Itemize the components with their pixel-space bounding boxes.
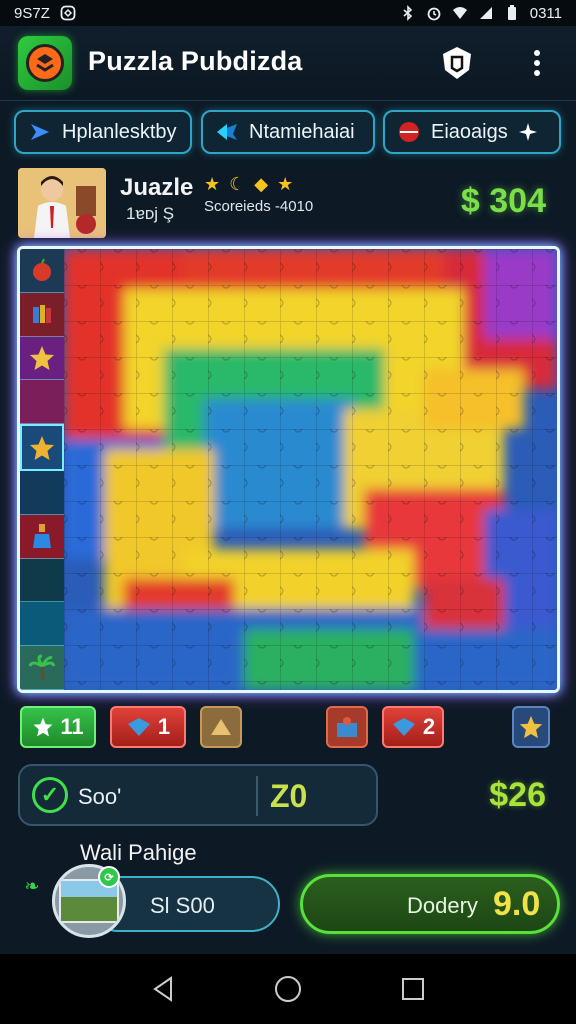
leaf-icon: ❧ xyxy=(24,875,40,896)
deploy-button[interactable]: Dodery 9.0 xyxy=(300,874,560,934)
powerup-row: 11 1 2 xyxy=(18,706,558,752)
side-money: $26 xyxy=(489,776,546,814)
divider xyxy=(256,776,258,816)
puzzle-pieces[interactable] xyxy=(64,249,557,690)
filter-chip-1-label: Hplanlesktby xyxy=(62,120,177,143)
player-score-label: Scoreieds -4010 xyxy=(204,198,314,215)
arrow-flag-icon xyxy=(31,124,49,140)
gem-powerup-count: 1 xyxy=(157,714,171,739)
player-money: $ 304 xyxy=(460,182,546,220)
star-icon xyxy=(519,715,543,739)
star-icon[interactable] xyxy=(20,336,64,381)
gem-powerup-button[interactable]: 1 xyxy=(110,706,186,748)
filter-chip-3[interactable]: Eiaoaigs xyxy=(383,110,561,154)
wall-pill-text: Sl S00 xyxy=(150,893,215,918)
bird-icon xyxy=(217,124,237,140)
piece-tray xyxy=(20,249,66,690)
wall-label: Wali Pahige xyxy=(80,840,197,865)
signal-icon xyxy=(479,7,492,19)
ball-icon xyxy=(399,122,419,142)
battery-text: 0311 xyxy=(529,4,562,22)
player-stars: ★ ☾ ◆ ★ xyxy=(204,174,296,194)
palm-tree-icon[interactable] xyxy=(20,646,64,690)
bluetooth-icon xyxy=(403,5,412,21)
map-powerup-button[interactable] xyxy=(200,706,242,748)
app-title: Puzzla Pubdizda xyxy=(88,46,303,76)
player-row: Juazle ★ ☾ ◆ ★ 1ɐᴅj Ş Scoreieds -4010 $ … xyxy=(18,168,558,240)
star-icon xyxy=(33,717,53,737)
filter-chip-3-label: Eiaoaigs xyxy=(431,120,508,143)
player-avatar[interactable] xyxy=(18,168,106,238)
ocean-icon[interactable] xyxy=(20,602,64,647)
battery-icon xyxy=(507,5,516,20)
wifi-icon xyxy=(452,7,467,19)
toolbox-powerup-button[interactable] xyxy=(326,706,368,748)
recents-icon[interactable] xyxy=(398,974,428,1004)
notification-icon xyxy=(60,5,76,21)
gem-icon xyxy=(127,718,150,736)
back-icon[interactable] xyxy=(148,974,178,1004)
gem-powerup-button-2[interactable]: 2 xyxy=(382,706,444,748)
toolbox-icon xyxy=(337,717,357,737)
more-vert-icon[interactable] xyxy=(526,46,548,80)
deploy-value: 9.0 xyxy=(493,885,541,923)
puzzle-grid[interactable] xyxy=(64,249,557,690)
puzzle-board xyxy=(17,246,560,693)
gem-icon xyxy=(392,718,415,736)
books-icon[interactable] xyxy=(20,292,64,337)
shield-icon[interactable] xyxy=(440,46,474,80)
tray-slot[interactable] xyxy=(20,470,64,515)
star-powerup-button[interactable]: 11 xyxy=(20,706,96,748)
filter-chip-2-label: Ntamiehaiai xyxy=(249,120,355,143)
check-icon: ✓ xyxy=(32,777,68,813)
apple-icon[interactable] xyxy=(20,249,64,293)
map-icon xyxy=(211,719,231,735)
badge-icon: ⟳ xyxy=(98,866,120,888)
star-powerup-count: 11 xyxy=(60,714,84,739)
status-bar: 9S7Z 0311 xyxy=(0,0,576,26)
gem-powerup-count-2: 2 xyxy=(422,714,436,739)
tray-slot[interactable] xyxy=(20,380,64,425)
potion-icon[interactable] xyxy=(20,514,64,559)
system-nav-bar xyxy=(0,954,576,1024)
filter-row: Hplanlesktby Ntamiehaiai Eiaoaigs xyxy=(14,110,562,156)
score-value: Z0 xyxy=(270,778,308,814)
star-icon[interactable] xyxy=(20,424,64,471)
player-sub: 1ɐᴅj Ş xyxy=(126,204,175,223)
score-panel: ✓ Soo' Z0 xyxy=(18,764,378,826)
tray-slot[interactable] xyxy=(20,558,64,603)
home-icon[interactable] xyxy=(273,974,303,1004)
alarm-icon xyxy=(427,7,441,21)
favorite-button[interactable] xyxy=(512,706,550,748)
filter-chip-1[interactable]: Hplanlesktby xyxy=(14,110,192,154)
app-header: Puzzla Pubdizda xyxy=(0,26,576,101)
app-logo-icon[interactable] xyxy=(18,36,72,90)
filter-chip-2[interactable]: Ntamiehaiai xyxy=(201,110,375,154)
deploy-label: Dodery xyxy=(407,893,478,918)
status-time: 9S7Z xyxy=(14,4,50,22)
score-label: Soo' xyxy=(78,784,122,809)
sparkle-icon xyxy=(518,123,537,141)
player-name: Juazle xyxy=(120,174,194,201)
